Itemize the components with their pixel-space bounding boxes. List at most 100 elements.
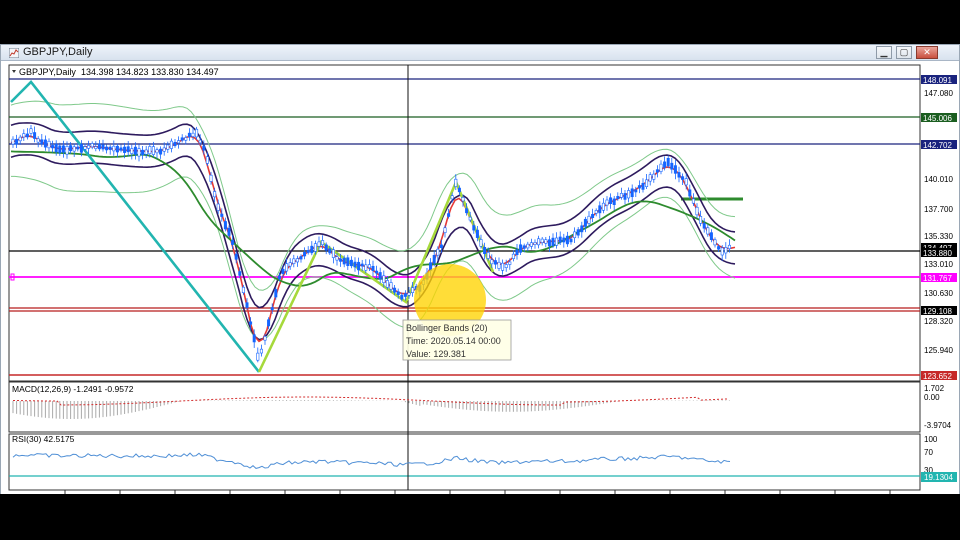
candle-body — [645, 179, 649, 187]
screen: GBPJPY,Daily ▁ ▢ ✕ GBPJPY,Daily 134.398 … — [0, 0, 960, 540]
candle-body — [519, 244, 523, 253]
candle-body — [695, 206, 699, 216]
candle-body — [310, 245, 314, 254]
candle-body — [18, 136, 22, 142]
candle-body — [205, 156, 209, 164]
level-tag: 123.652 — [921, 371, 957, 381]
candle-body — [508, 261, 512, 265]
candle-body — [594, 210, 598, 214]
candle-body — [637, 185, 641, 189]
candle-body — [61, 145, 65, 153]
candle-body — [11, 138, 15, 145]
candle-body — [403, 293, 407, 297]
candle-body — [281, 268, 285, 274]
level-tag-text: 129.108 — [923, 307, 952, 316]
level-tag-text: 145.006 — [923, 114, 952, 123]
price-label: 147.080 — [924, 89, 953, 98]
window-title: GBPJPY,Daily — [23, 46, 93, 58]
candle-body — [648, 174, 652, 182]
candle-body — [159, 148, 163, 155]
candle-body — [335, 256, 339, 261]
candle-body — [717, 246, 721, 250]
candle-body — [43, 139, 47, 148]
candle-body — [540, 238, 544, 243]
candle-body — [54, 143, 58, 153]
candle-body — [180, 137, 184, 141]
candle-body — [576, 229, 580, 236]
candle-body — [177, 140, 181, 144]
candle-body — [544, 239, 548, 244]
candle-body — [148, 146, 152, 155]
candle-body — [141, 149, 145, 156]
candle-body — [209, 174, 213, 182]
candle-body — [652, 173, 656, 180]
candle-body — [677, 172, 681, 178]
candle-body — [684, 178, 688, 186]
candle-body — [720, 247, 724, 256]
candle-body — [609, 197, 613, 204]
candle-body — [306, 250, 310, 253]
restore-button[interactable]: ▢ — [896, 46, 912, 59]
candle-body — [378, 272, 382, 280]
price-label: 140.010 — [924, 175, 953, 184]
candle-body — [439, 244, 443, 249]
candle-body — [619, 193, 623, 198]
candle-body — [15, 138, 19, 145]
level-tag-text: 133.880 — [923, 249, 952, 258]
level-tag-text: 123.652 — [923, 372, 952, 381]
candle-body — [65, 146, 69, 155]
candle-body — [655, 169, 659, 173]
candle-body — [241, 286, 245, 294]
rsi-level-tag-text: 19.1304 — [924, 473, 953, 482]
candle-body — [29, 128, 33, 134]
chart-icon — [9, 48, 19, 58]
candle-body — [331, 249, 335, 258]
price-label: 125.940 — [924, 346, 953, 355]
tooltip-time: Time: 2020.05.14 00:00 — [406, 336, 501, 346]
level-tag: 131.767 — [921, 273, 957, 283]
candle-body — [353, 261, 357, 268]
candle-body — [112, 145, 116, 152]
candle-body — [227, 227, 231, 236]
macd-label: MACD(12,26,9) -1.2491 -0.9572 — [12, 384, 134, 394]
candle-body — [256, 352, 260, 361]
chart-area[interactable]: GBPJPY,Daily 134.398 134.823 133.830 134… — [1, 62, 959, 494]
candle-body — [245, 302, 249, 308]
candle-body — [616, 196, 620, 200]
candle-body — [393, 287, 397, 293]
candle-body — [709, 232, 713, 240]
symbol-label: GBPJPY,Daily — [19, 67, 76, 77]
candle-body — [454, 178, 458, 187]
candle-body — [22, 133, 26, 138]
candle-body — [580, 225, 584, 233]
candle-body — [72, 146, 76, 152]
candle-body — [292, 258, 296, 264]
level-tag: 142.702 — [921, 140, 957, 150]
candle-body — [223, 221, 227, 230]
candle-body — [346, 257, 350, 266]
candle-body — [97, 143, 101, 150]
candle-body — [591, 214, 595, 219]
candle-body — [299, 256, 303, 260]
candle-body — [76, 146, 80, 150]
bollinger-tooltip: Bollinger Bands (20) Time: 2020.05.14 00… — [402, 319, 512, 361]
candle-body — [573, 231, 577, 239]
level-tag-text: 131.767 — [923, 274, 952, 283]
candle-body — [400, 294, 404, 300]
candle-body — [529, 242, 533, 247]
candle-body — [587, 215, 591, 224]
title-bar[interactable]: GBPJPY,Daily ▁ ▢ ✕ — [1, 45, 959, 61]
candle-body — [634, 189, 638, 193]
candle-body — [339, 258, 343, 262]
candle-body — [630, 188, 634, 198]
candle-body — [673, 165, 677, 174]
minimize-button[interactable]: ▁ — [876, 46, 892, 59]
candle-body — [288, 262, 292, 267]
candle-body — [612, 198, 616, 205]
candle-body — [522, 245, 526, 249]
candle-body — [173, 141, 177, 147]
close-button[interactable]: ✕ — [916, 46, 938, 59]
candle-body — [47, 140, 51, 149]
candle-body — [202, 145, 206, 151]
rsi-scale-label: 100 — [924, 435, 938, 444]
